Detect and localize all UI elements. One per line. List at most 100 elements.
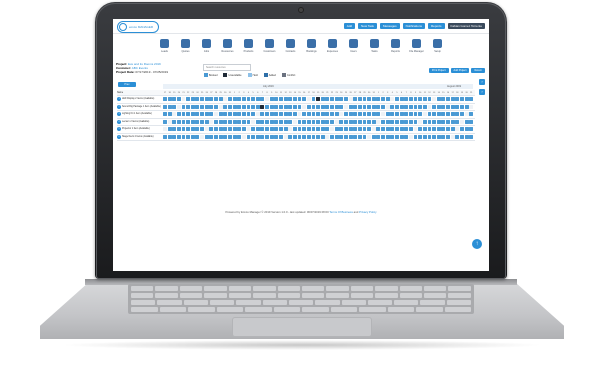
booking-cell[interactable] [357,134,362,139]
booking-cell[interactable] [455,112,460,117]
booking-cell[interactable] [167,127,172,132]
booking-cell[interactable] [176,134,181,139]
booking-cell[interactable] [269,134,274,139]
booking-cell[interactable] [237,104,242,109]
booking-cell[interactable] [339,97,344,102]
booking-cell[interactable] [446,134,450,139]
booking-cell[interactable] [450,127,455,132]
booking-cell[interactable] [265,134,269,139]
booking-cell[interactable] [469,112,474,117]
booking-cell[interactable] [190,119,195,124]
booking-cell[interactable] [441,112,446,117]
booking-cell[interactable] [232,127,237,132]
scroll-top-button[interactable]: ↑ [472,239,482,249]
booking-cell[interactable] [279,134,283,139]
booking-cell[interactable] [311,104,316,109]
booking-cell[interactable] [320,119,325,124]
booking-cell[interactable] [204,119,209,124]
booking-cell[interactable] [441,104,446,109]
booking-cell[interactable] [330,112,334,117]
booking-cell[interactable] [343,134,348,139]
messages-button[interactable]: Messages [379,23,400,29]
booking-cell[interactable] [279,119,283,124]
booking-cell[interactable] [399,97,404,102]
booking-cell[interactable] [362,119,367,124]
booking-cell[interactable] [343,112,348,117]
booking-cell[interactable] [311,119,316,124]
booking-cell[interactable] [227,127,232,132]
booking-cell[interactable] [469,104,474,109]
prev-button[interactable]: Prev [118,82,136,87]
booking-cell[interactable] [395,134,399,139]
booking-cell[interactable] [237,119,242,124]
booking-cell[interactable] [176,119,181,124]
booking-cell[interactable] [404,97,409,102]
booking-cell[interactable] [367,134,372,139]
booking-cell[interactable] [399,134,404,139]
booking-cell[interactable] [464,134,469,139]
booking-cell[interactable] [237,127,242,132]
booking-cell[interactable] [371,119,376,124]
booking-cell[interactable] [357,97,362,102]
booking-cell[interactable] [292,104,297,109]
booking-cell[interactable] [320,97,325,102]
module-nav-item[interactable]: Tasks [366,34,383,60]
booking-cell[interactable] [408,127,413,132]
booking-cell[interactable] [279,127,283,132]
privacy-link[interactable]: Privacy Policy [359,210,376,214]
booking-cell[interactable] [292,127,297,132]
booking-cell[interactable] [390,97,395,102]
booking-cell[interactable] [464,119,469,124]
booking-cell[interactable] [186,104,191,109]
booking-cell[interactable] [381,127,385,132]
resource-label[interactable]: 2 Sound Rig Package 1 Item (Available) [117,104,161,111]
booking-cell[interactable] [450,112,455,117]
booking-cell[interactable] [418,112,423,117]
booking-cell[interactable] [218,104,223,109]
booking-cell[interactable] [348,112,353,117]
booking-cell[interactable] [223,112,228,117]
booking-cell[interactable] [367,127,372,132]
booking-cell[interactable] [357,119,362,124]
booking-cell[interactable] [172,104,177,109]
booking-cell[interactable] [190,104,195,109]
booking-cell[interactable] [241,97,246,102]
booking-cell[interactable] [218,134,223,139]
module-nav-item[interactable]: Expenses [324,34,341,60]
booking-cell[interactable] [376,134,381,139]
booking-cell[interactable] [413,112,418,117]
booking-cell[interactable] [176,97,181,102]
module-nav-item[interactable]: Bookings [303,34,320,60]
booking-cell[interactable] [269,97,274,102]
booking-cell[interactable] [255,104,260,109]
booking-cell[interactable] [325,134,330,139]
booking-cell[interactable] [186,97,191,102]
booking-cell[interactable] [181,112,186,117]
booking-cell[interactable] [464,104,469,109]
booking-cell[interactable] [251,134,256,139]
booking-cell[interactable] [432,104,437,109]
booking-cell[interactable] [436,104,441,109]
booking-cell[interactable] [227,112,232,117]
module-nav-item[interactable]: Setup [429,34,446,60]
booking-cell[interactable] [260,119,265,124]
booking-cell[interactable] [223,127,228,132]
booking-cell[interactable] [339,119,344,124]
booking-cell[interactable] [255,134,260,139]
booking-cell[interactable] [251,127,256,132]
booking-cell[interactable] [390,127,395,132]
booking-cell[interactable] [399,104,404,109]
booking-cell[interactable] [362,127,367,132]
booking-cell[interactable] [320,112,325,117]
scroll-arrow-icon[interactable]: › [479,89,485,95]
booking-cell[interactable] [422,127,427,132]
booking-cell[interactable] [269,127,274,132]
booking-cell[interactable] [265,127,269,132]
booking-cell[interactable] [302,97,307,102]
booking-cell[interactable] [460,97,464,102]
booking-cell[interactable] [200,104,205,109]
booking-cell[interactable] [436,127,441,132]
booking-cell[interactable] [302,112,307,117]
booking-cell[interactable] [441,134,446,139]
booking-cell[interactable] [260,127,265,132]
